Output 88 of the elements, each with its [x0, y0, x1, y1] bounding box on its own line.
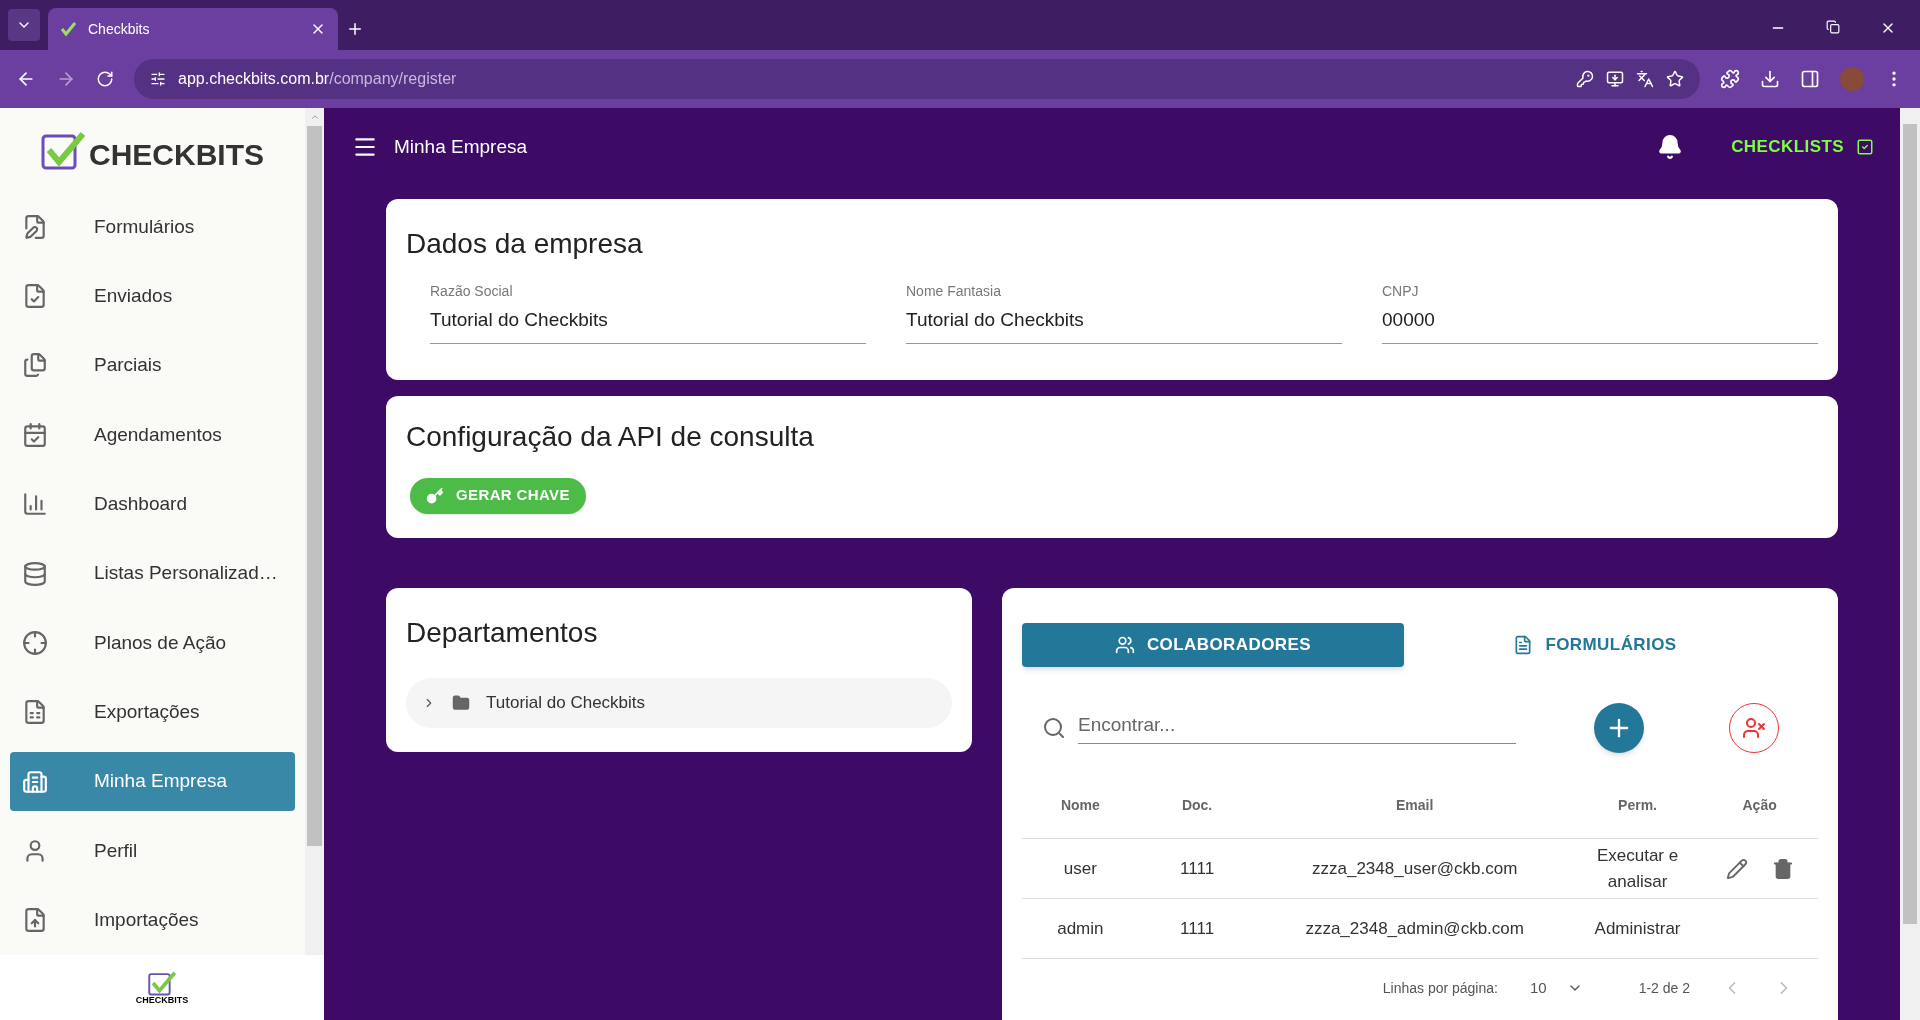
sidebar-item[interactable]: Enviados: [10, 266, 295, 326]
text-field[interactable]: Razão Social Tutorial do Checkbits: [430, 281, 866, 344]
address-bar[interactable]: app.checkbits.com.br/company/register: [134, 59, 1700, 99]
sidebar-item-icon: [22, 560, 48, 587]
sidebar-item[interactable]: Formulários: [10, 197, 295, 257]
sidebar-item[interactable]: Dashboard: [10, 474, 295, 534]
sidebar-item-icon: [22, 907, 48, 934]
column-header: Doc.: [1138, 772, 1256, 839]
sidebar-item[interactable]: Agendamentos: [10, 405, 295, 465]
column-header: Perm.: [1573, 772, 1702, 839]
edit-icon[interactable]: [1725, 857, 1748, 880]
card-title: Configuração da API de consulta: [406, 419, 815, 454]
sidebar-item[interactable]: Importações: [10, 890, 295, 951]
bookmark-star-icon[interactable]: [1666, 70, 1684, 88]
sidebar-item[interactable]: Listas Personalizad…: [10, 543, 295, 604]
site-info-icon[interactable]: [150, 71, 166, 87]
scrollbar[interactable]: [305, 108, 324, 955]
rows-per-page-select[interactable]: 10: [1529, 976, 1583, 1000]
table-cell: 1111: [1138, 898, 1256, 959]
field-label: Nome Fantasia: [906, 282, 1002, 301]
folder-icon: [452, 693, 470, 712]
url-host: app.checkbits.com.br: [178, 70, 330, 87]
install-icon[interactable]: [1606, 70, 1624, 88]
logo-text: CHECKBITS: [89, 140, 264, 171]
table-cell: 1111: [1138, 838, 1256, 899]
logo-icon: [41, 130, 85, 171]
table-cell: zzza_2348_admin@ckb.com: [1255, 898, 1574, 959]
sidebar-item-icon: [22, 213, 48, 240]
sidebar-item-icon: [22, 421, 48, 448]
add-button[interactable]: [1594, 702, 1644, 753]
delete-icon[interactable]: [1771, 857, 1794, 880]
user-blocked-icon: [1742, 715, 1766, 740]
url-path: /company/register: [329, 70, 457, 87]
translate-icon[interactable]: [1636, 70, 1654, 88]
sidebar-item[interactable]: Exportações: [10, 682, 295, 742]
table-cell: Administrar: [1573, 898, 1702, 959]
field-value: Tutorial do Checkbits: [906, 308, 1085, 332]
search-icon: [1042, 715, 1066, 740]
page-title: Minha Empresa: [394, 134, 529, 159]
tab[interactable]: COLABORADORES: [1022, 622, 1404, 667]
field-value: Tutorial do Checkbits: [430, 308, 609, 332]
side-panel-icon[interactable]: [1800, 69, 1820, 89]
table-cell: admin: [1022, 898, 1139, 959]
new-tab-icon[interactable]: [346, 20, 364, 38]
tree-item[interactable]: Tutorial do Checkbits: [406, 677, 952, 728]
search-field[interactable]: Encontrar...: [1078, 710, 1516, 745]
logo-icon: [148, 970, 176, 996]
page-range: 1-2 de 2: [1638, 978, 1690, 998]
column-header: Email: [1255, 772, 1574, 839]
key-icon: [426, 486, 444, 505]
scrollbar[interactable]: [1900, 108, 1920, 1020]
card-title: Dados da empresa: [406, 227, 644, 261]
sidebar-item-icon: [22, 491, 48, 518]
sidebar-item-icon: [22, 699, 48, 726]
column-header: Nome: [1022, 772, 1139, 839]
notification-bell-icon[interactable]: [1657, 134, 1684, 160]
checklists-button[interactable]: CHECKLISTS: [1731, 134, 1874, 160]
favicon-icon: [60, 21, 76, 37]
field-label: CNPJ: [1382, 282, 1420, 301]
download-icon[interactable]: [1760, 69, 1780, 89]
sidebar-item-icon: [22, 768, 48, 795]
sidebar-item-icon: [22, 352, 48, 379]
sidebar-item[interactable]: Perfil: [10, 821, 295, 881]
table-cell: zzza_2348_user@ckb.com: [1255, 838, 1574, 899]
card-title: Departamentos: [406, 615, 599, 650]
field-label: Razão Social: [430, 282, 514, 301]
key-icon[interactable]: [1576, 70, 1594, 88]
checkbox-icon: [1856, 138, 1874, 156]
sidebar-item[interactable]: Planos de Ação: [10, 613, 295, 673]
table-cell: user: [1022, 838, 1139, 899]
rows-per-page-label: Linhas por página:: [1382, 978, 1498, 998]
tab[interactable]: FORMULÁRIOS: [1404, 622, 1786, 667]
browser-tab[interactable]: Checkbits: [48, 8, 338, 50]
logo-text: CHECKBITS: [135, 996, 189, 1005]
reload-icon[interactable]: [96, 70, 114, 88]
column-header: Ação: [1701, 772, 1818, 839]
extensions-icon[interactable]: [1720, 69, 1740, 89]
restore-icon[interactable]: [1826, 20, 1840, 34]
text-field[interactable]: Nome Fantasia Tutorial do Checkbits: [906, 281, 1342, 344]
field-value: 00000: [1382, 308, 1436, 332]
text-field[interactable]: CNPJ 00000: [1382, 281, 1818, 344]
sidebar-item[interactable]: Parciais: [10, 335, 295, 396]
tab-list-button[interactable]: [8, 9, 40, 41]
tab-icon: [1114, 634, 1135, 655]
table-cell: Executar e analisar: [1573, 838, 1702, 899]
sidebar-item-icon: [22, 283, 48, 310]
sidebar-item-icon: [22, 629, 48, 656]
sidebar-item[interactable]: Minha Empresa: [10, 751, 295, 812]
